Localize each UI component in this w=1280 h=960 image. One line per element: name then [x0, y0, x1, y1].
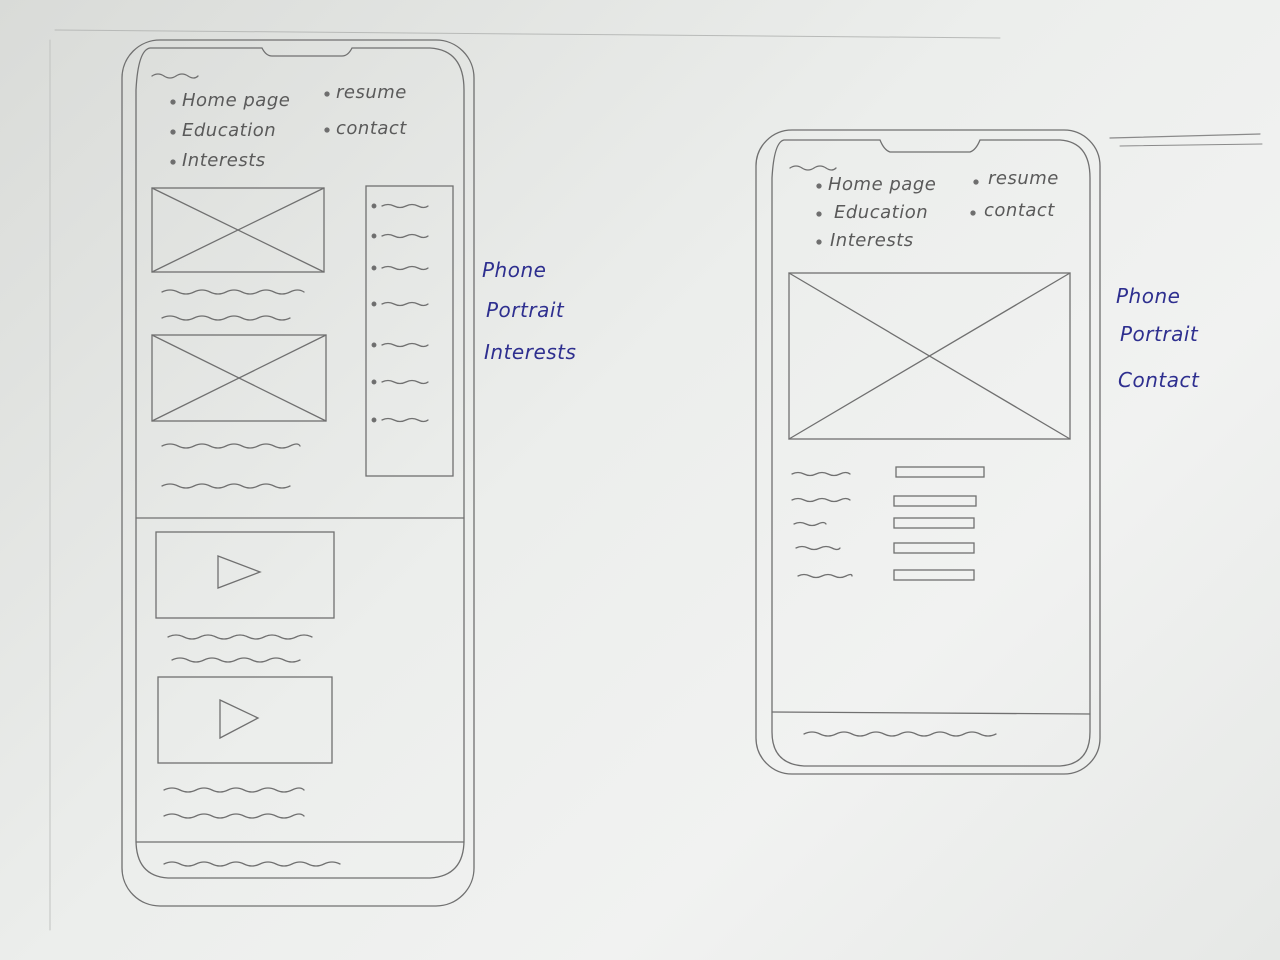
nav-home-page[interactable]: Home page	[828, 174, 936, 195]
play-icon	[217, 555, 262, 589]
video-placeholder-2	[157, 676, 333, 764]
text-squiggle	[163, 813, 305, 819]
nav-resume[interactable]: resume	[336, 82, 407, 103]
nav-bullet	[170, 159, 176, 165]
nav-contact[interactable]: contact	[336, 118, 407, 139]
annotation-orientation: Portrait	[1120, 322, 1199, 346]
phone-interests-wireframe	[121, 39, 475, 907]
footer-squiggle	[803, 731, 997, 737]
footer-divider	[771, 711, 1091, 715]
nav-bullet	[816, 183, 822, 189]
nav-home-page[interactable]: Home page	[182, 90, 290, 111]
nav-education[interactable]: Education	[182, 120, 276, 141]
phone-screen-with-notch	[771, 139, 1091, 767]
text-squiggle	[161, 483, 291, 489]
text-squiggle	[161, 315, 291, 321]
annotation-orientation: Portrait	[486, 298, 565, 322]
nav-education[interactable]: Education	[834, 202, 928, 223]
nav-bullet	[973, 179, 979, 185]
phone-outer-frame	[121, 39, 475, 907]
text-squiggle	[163, 787, 305, 793]
sidebar-list-items	[371, 203, 429, 423]
nav-interests[interactable]: Interests	[830, 230, 914, 251]
annotation-page: Interests	[484, 340, 577, 364]
annotation-page: Contact	[1118, 368, 1200, 392]
text-squiggle	[167, 634, 313, 640]
nav-bullet	[816, 211, 822, 217]
text-squiggle	[161, 289, 305, 295]
nav-contact[interactable]: contact	[984, 200, 1055, 221]
annotation-device: Phone	[1116, 284, 1181, 308]
text-squiggle	[161, 443, 301, 449]
sidebar-list-box	[365, 185, 454, 477]
logo-squiggle	[789, 165, 837, 171]
nav-interests[interactable]: Interests	[182, 150, 266, 171]
video-placeholder-1	[155, 531, 335, 619]
nav-bullet	[324, 127, 330, 133]
phone-outer-frame	[755, 129, 1101, 775]
paper-top-edge	[54, 29, 1001, 39]
footer-squiggle	[163, 861, 341, 867]
logo-squiggle	[151, 73, 199, 79]
nav-bullet	[170, 99, 176, 105]
phone-screen-with-notch	[135, 47, 465, 879]
phone-contact-wireframe	[755, 129, 1101, 775]
nav-bullet	[970, 210, 976, 216]
nav-bullet	[170, 129, 176, 135]
play-icon	[219, 698, 260, 740]
contact-form	[791, 466, 985, 581]
wireframe-sketch	[49, 29, 1263, 931]
annotation-device: Phone	[482, 258, 547, 282]
paper-fold-line	[1109, 133, 1261, 139]
paper-sheet: Home page Education Interests resume con…	[0, 0, 1280, 960]
text-squiggle	[171, 657, 301, 663]
nav-bullet	[324, 91, 330, 97]
paper-fold-line-2	[1119, 143, 1263, 147]
nav-resume[interactable]: resume	[988, 168, 1059, 189]
nav-bullet	[816, 239, 822, 245]
